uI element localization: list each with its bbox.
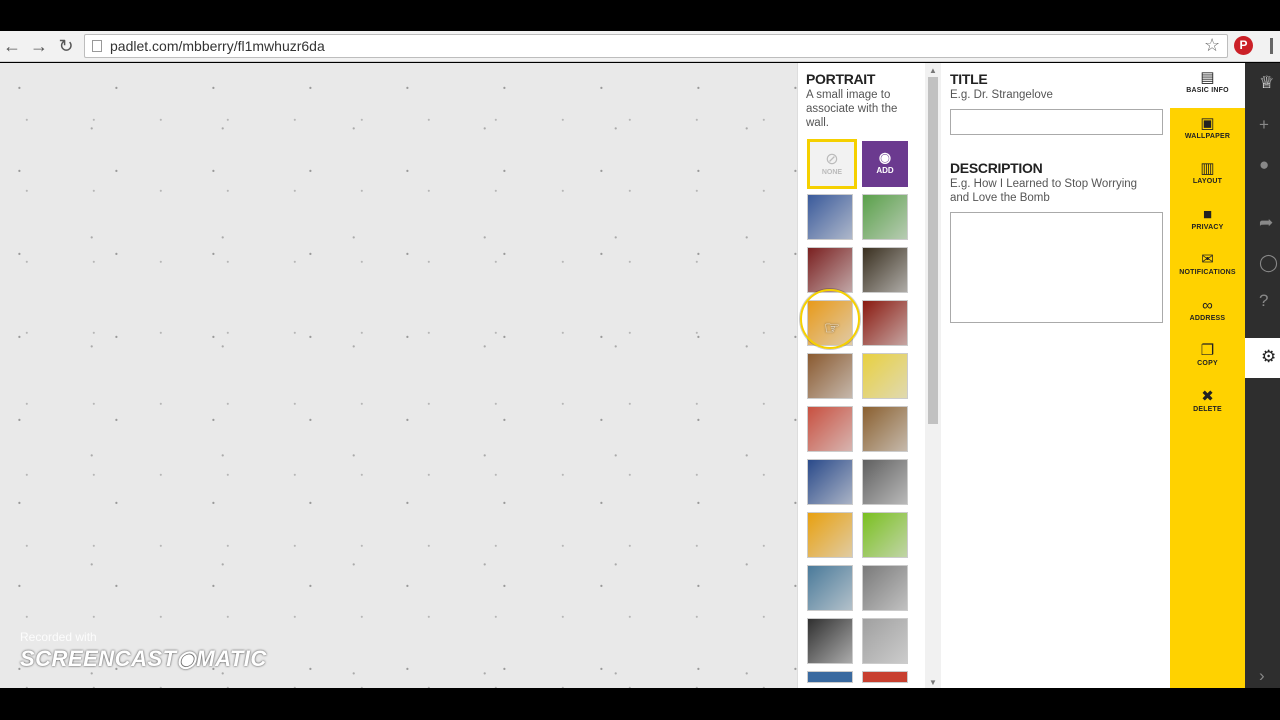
back-icon[interactable]: ← — [2, 36, 22, 56]
scroll-up-icon[interactable]: ▲ — [929, 66, 937, 75]
trash-icon: ✖ — [1201, 387, 1214, 405]
nav-item-basic-info[interactable]: ▤ BASIC INFO — [1170, 63, 1245, 108]
portrait-thumbnail[interactable] — [862, 459, 908, 505]
description-heading: DESCRIPTION — [950, 160, 1043, 176]
portrait-hint: A small image to associate with the wall… — [806, 89, 898, 129]
portrait-thumbnail[interactable] — [862, 300, 908, 346]
gear-icon: ⚙ — [1261, 347, 1277, 366]
portrait-add-button[interactable]: ◉ ADD — [862, 141, 908, 187]
browser-menu-icon[interactable] — [1270, 38, 1274, 54]
bookmark-star-icon[interactable]: ☆ — [1204, 35, 1220, 56]
watermark-logo: SCREENCAST◉MATIC — [20, 646, 267, 671]
browser-toolbar: ← → ↻ padlet.com/mbberry/fl1mwhuzr6da ☆ … — [0, 31, 1280, 62]
portrait-thumbnail[interactable] — [862, 565, 908, 611]
address-bar[interactable]: padlet.com/mbberry/fl1mwhuzr6da — [84, 34, 1228, 58]
none-label: NONE — [821, 169, 843, 176]
screen-bottom-bar — [0, 688, 1280, 720]
id-card-icon: ▤ — [1200, 69, 1215, 86]
description-placeholder-hint: E.g. How I Learned to Stop Worrying and … — [950, 178, 1138, 204]
url-text: padlet.com/mbberry/fl1mwhuzr6da — [110, 38, 325, 54]
link-icon: ∞ — [1202, 296, 1213, 314]
portrait-thumbnail[interactable] — [807, 353, 853, 399]
crown-icon[interactable]: ♕ — [1259, 73, 1274, 93]
nav-item-address[interactable]: ∞ ADDRESS — [1170, 291, 1245, 336]
nav-label: ADDRESS — [1189, 314, 1226, 322]
globe-icon[interactable]: ◯ — [1259, 253, 1278, 273]
portrait-thumbnail[interactable] — [862, 618, 908, 664]
lock-icon: ■ — [1202, 205, 1213, 223]
camera-icon: ◉ — [878, 149, 892, 165]
portrait-thumbnail[interactable] — [862, 194, 908, 240]
portrait-panel: PORTRAIT A small image to associate with… — [797, 63, 925, 688]
ban-icon: ⊘ — [825, 151, 839, 168]
title-heading: TITLE — [950, 71, 988, 87]
portrait-thumbnail[interactable] — [807, 406, 853, 452]
reload-icon[interactable]: ↻ — [56, 36, 76, 56]
nav-label: LAYOUT — [1192, 178, 1223, 185]
screen-top-bar — [0, 0, 1280, 31]
portrait-thumbnail[interactable] — [807, 512, 853, 558]
portrait-thumbnail[interactable] — [807, 194, 853, 240]
layout-icon: ▥ — [1200, 160, 1215, 177]
copy-icon: ❐ — [1200, 342, 1215, 359]
description-textarea[interactable] — [950, 212, 1163, 323]
nav-label: WALLPAPER — [1184, 132, 1231, 140]
nav-item-layout[interactable]: ▥ LAYOUT — [1170, 154, 1245, 199]
scroll-thumb[interactable] — [928, 77, 938, 424]
basic-info-panel: TITLE E.g. Dr. Strangelove DESCRIPTION E… — [941, 63, 1170, 688]
nav-item-notifications[interactable]: ✉ NOTIFICATIONS — [1170, 245, 1245, 290]
watermark-line1: Recorded with — [20, 630, 97, 644]
portrait-thumbnail[interactable] — [862, 247, 908, 293]
portrait-none-option[interactable]: ⊘ NONE — [807, 139, 857, 189]
nav-label: COPY — [1197, 360, 1218, 367]
title-placeholder-hint: E.g. Dr. Strangelove — [950, 89, 1053, 101]
nav-item-privacy[interactable]: ■ PRIVACY — [1170, 200, 1245, 245]
nav-label: BASIC INFO — [1186, 87, 1229, 94]
nav-item-wallpaper[interactable]: ▣ WALLPAPER — [1170, 109, 1245, 154]
portrait-scrollbar[interactable]: ▲ ▼ — [925, 63, 941, 688]
nav-item-copy[interactable]: ❐ COPY — [1170, 336, 1245, 381]
image-icon: ▣ — [1200, 114, 1215, 132]
add-label: ADD — [876, 166, 894, 175]
rail-settings-active[interactable]: ⚙ — [1245, 338, 1280, 378]
wall-background[interactable]: Recorded with SCREENCAST◉MATIC — [0, 63, 797, 688]
envelope-icon: ✉ — [1201, 251, 1214, 268]
page-icon — [92, 40, 102, 52]
portrait-thumbnail[interactable] — [862, 353, 908, 399]
portrait-heading: PORTRAIT — [806, 71, 876, 87]
forward-icon[interactable]: → — [29, 36, 49, 56]
portrait-thumbnail[interactable] — [807, 618, 853, 664]
portrait-thumbnail[interactable] — [807, 565, 853, 611]
scroll-down-icon[interactable]: ▼ — [929, 678, 937, 687]
nav-label: PRIVACY — [1191, 223, 1224, 231]
portrait-thumbnail[interactable] — [807, 671, 853, 683]
hand-cursor-icon: ☞ — [824, 318, 841, 338]
share-icon[interactable]: ➦ — [1259, 213, 1273, 233]
title-input[interactable] — [950, 109, 1163, 135]
pinterest-icon[interactable]: P — [1234, 36, 1253, 55]
nav-label: DELETE — [1193, 405, 1222, 413]
settings-nav: ▤ BASIC INFO ▣ WALLPAPER ▥ LAYOUT ■ PRIVACY ✉ NOT… — [1170, 63, 1245, 688]
portrait-thumbnail[interactable] — [807, 247, 853, 293]
portrait-thumbnail[interactable] — [807, 459, 853, 505]
screencast-watermark: Recorded with SCREENCAST◉MATIC — [20, 630, 267, 672]
portrait-thumbnail[interactable] — [862, 512, 908, 558]
portrait-thumbnail[interactable] — [862, 671, 908, 683]
user-icon[interactable]: ● — [1259, 155, 1269, 175]
help-icon[interactable]: ? — [1259, 291, 1268, 311]
portrait-thumbnail[interactable] — [862, 406, 908, 452]
chevron-right-icon[interactable]: › — [1259, 666, 1265, 686]
nav-item-delete[interactable]: ✖ DELETE — [1170, 382, 1245, 427]
nav-label: NOTIFICATIONS — [1179, 269, 1236, 276]
plus-icon[interactable]: + — [1259, 115, 1269, 135]
